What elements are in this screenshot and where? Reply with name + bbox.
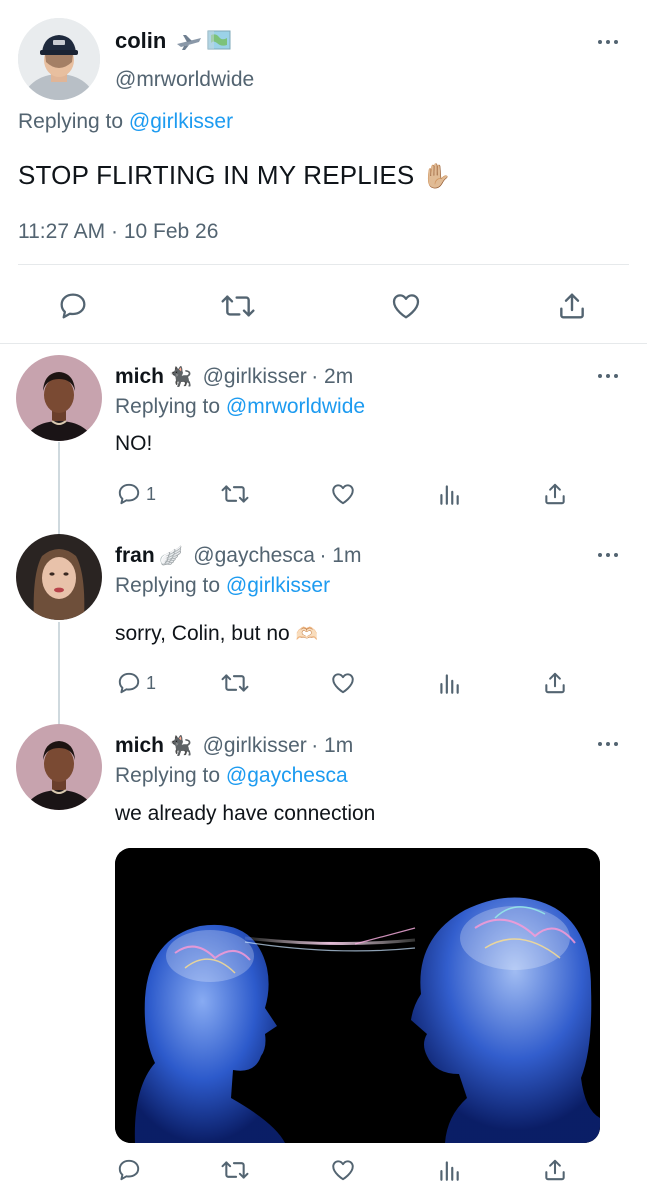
retweet-button[interactable]	[220, 670, 250, 696]
reply-header: mich 🐈‍⬛ @girlkisser · 2m	[115, 365, 353, 389]
reply-icon	[118, 1159, 140, 1181]
views-button[interactable]	[436, 481, 462, 507]
more-icon[interactable]	[598, 372, 622, 380]
heart-icon	[332, 484, 354, 505]
plane-icon	[175, 30, 203, 52]
divider	[0, 343, 647, 344]
replying-to-link[interactable]: @girlkisser	[226, 574, 330, 597]
replying-prefix: Replying to	[115, 395, 221, 418]
reply-button[interactable]: 1	[115, 481, 156, 507]
share-button[interactable]	[542, 669, 568, 697]
heart-hands-emoji: 🫶🏻	[295, 624, 318, 644]
tweet-body: STOP FLIRTING IN MY REPLIES	[18, 160, 415, 190]
media-image[interactable]	[115, 848, 600, 1143]
share-icon	[545, 672, 565, 694]
replying-prefix: Replying to	[115, 764, 221, 787]
reply-count: 1	[146, 672, 157, 693]
share-button[interactable]	[542, 1156, 568, 1184]
reply-author-handle[interactable]: @gaychesca	[193, 544, 315, 567]
more-icon[interactable]	[598, 551, 622, 559]
views-icon	[440, 674, 459, 694]
reply-text: NO!	[115, 432, 153, 455]
reply-author-handle[interactable]: @girlkisser	[203, 365, 307, 388]
views-button[interactable]	[436, 670, 462, 696]
views-icon	[440, 1161, 459, 1181]
views-icon	[440, 485, 459, 505]
reply-icon	[118, 672, 140, 694]
retweet-icon	[221, 674, 249, 692]
replying-to: Replying to @girlkisser	[18, 110, 233, 134]
reply-text: sorry, Colin, but no 🫶🏻	[115, 622, 318, 646]
avatar[interactable]	[16, 724, 102, 810]
reply-count: 1	[146, 483, 157, 504]
avatar[interactable]	[18, 18, 100, 100]
thread-line	[58, 442, 60, 538]
avatar[interactable]	[16, 534, 102, 620]
like-button[interactable]	[389, 290, 423, 322]
views-button[interactable]	[436, 1157, 462, 1183]
reply-time[interactable]: · 1m	[319, 544, 361, 567]
share-icon	[545, 1159, 565, 1181]
like-button[interactable]	[329, 1157, 357, 1183]
thread-line	[58, 622, 60, 726]
reply-button[interactable]	[56, 290, 90, 322]
like-button[interactable]	[329, 481, 357, 507]
cat-icon: 🐈‍⬛	[168, 367, 193, 388]
like-button[interactable]	[329, 670, 357, 696]
reply-text: we already have connection	[115, 802, 376, 825]
raised-hand-emoji: ✋🏼	[421, 163, 453, 190]
replying-prefix: Replying to	[18, 110, 124, 133]
share-icon	[560, 293, 584, 319]
reply-author-name[interactable]: fran	[115, 544, 155, 567]
replying-to-link[interactable]: @girlkisser	[129, 110, 233, 133]
share-button[interactable]	[556, 289, 588, 323]
reply-author-name[interactable]: mich	[115, 734, 164, 757]
reply-time[interactable]: · 2m	[311, 365, 353, 388]
reply-time[interactable]: · 1m	[311, 734, 353, 757]
reply-icon	[60, 293, 86, 319]
reply-button[interactable]: 1	[115, 670, 156, 696]
replying-to: Replying to @gaychesca	[115, 764, 348, 788]
cat-icon: 🐈‍⬛	[168, 736, 193, 757]
share-button[interactable]	[542, 480, 568, 508]
wing-icon: 🪽	[159, 546, 183, 567]
retweet-icon	[221, 295, 255, 317]
retweet-button[interactable]	[220, 1157, 250, 1183]
reply-icon	[118, 483, 140, 505]
reply-body: sorry, Colin, but no	[115, 622, 290, 645]
map-icon	[207, 29, 231, 51]
retweet-icon	[221, 1161, 249, 1179]
heart-icon	[332, 673, 354, 694]
replying-to: Replying to @mrworldwide	[115, 395, 365, 419]
reply-header: fran 🪽 @gaychesca · 1m	[115, 544, 361, 568]
author-handle[interactable]: @mrworldwide	[115, 68, 254, 92]
tweet-timestamp[interactable]: 11:27 AM · 10 Feb 26	[18, 220, 218, 244]
avatar[interactable]	[16, 355, 102, 441]
author-name[interactable]: colin	[115, 28, 166, 54]
replying-prefix: Replying to	[115, 574, 221, 597]
share-icon	[545, 483, 565, 505]
divider	[18, 264, 629, 265]
reply-header: mich 🐈‍⬛ @girlkisser · 1m	[115, 734, 353, 758]
retweet-button[interactable]	[220, 481, 250, 507]
retweet-button[interactable]	[220, 290, 256, 322]
replying-to: Replying to @girlkisser	[115, 574, 330, 598]
heart-icon	[392, 294, 420, 319]
tweet-text: STOP FLIRTING IN MY REPLIES ✋🏼	[18, 160, 452, 191]
reply-button[interactable]	[115, 1157, 143, 1183]
reply-author-name[interactable]: mich	[115, 365, 164, 388]
replying-to-link[interactable]: @gaychesca	[226, 764, 348, 787]
reply-author-handle[interactable]: @girlkisser	[203, 734, 307, 757]
heart-icon	[332, 1160, 354, 1181]
replying-to-link[interactable]: @mrworldwide	[226, 395, 365, 418]
retweet-icon	[221, 485, 249, 503]
more-icon[interactable]	[598, 740, 622, 748]
more-icon[interactable]	[598, 38, 622, 46]
